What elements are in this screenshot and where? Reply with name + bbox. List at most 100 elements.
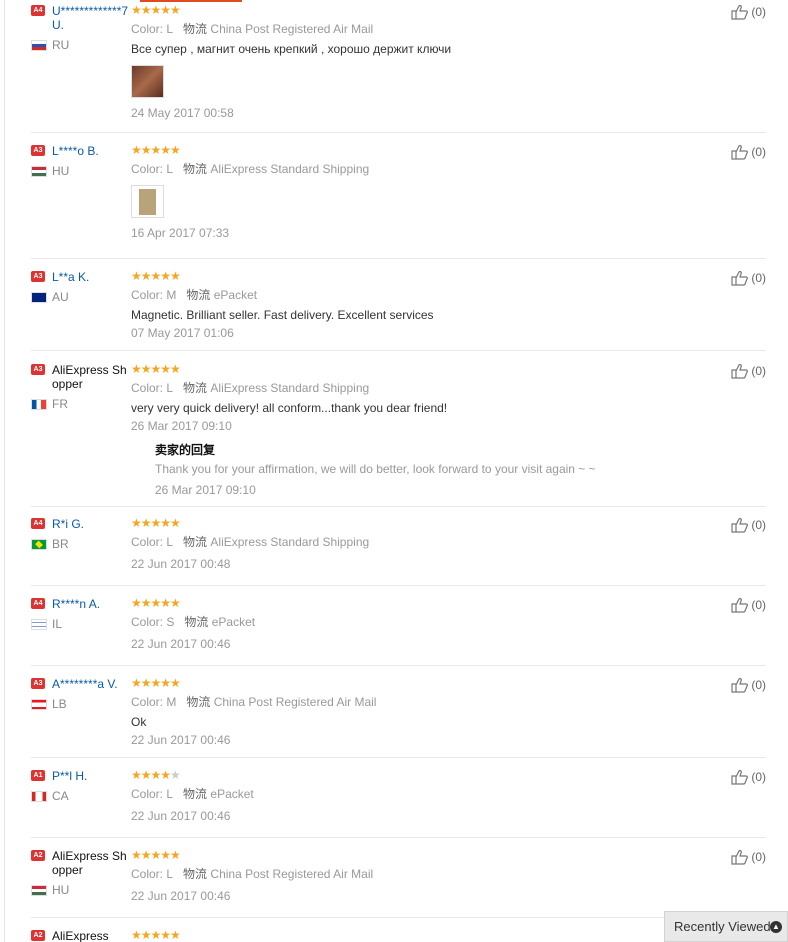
order-info: Color: L 物流 China Post Registered Air Mai… [131, 22, 374, 36]
helpful-button[interactable]: (0) [731, 270, 766, 286]
reviewer-country: HU [31, 164, 133, 178]
review-item: A4 R*i G. BR ★★★★★ Color: L 物流 AliExpress … [31, 517, 766, 586]
reviewer-country: IL [31, 617, 133, 631]
order-info: Color: L 物流 ePacket [131, 787, 254, 801]
thumbs-up-icon [731, 598, 749, 613]
thumbs-up-icon [731, 850, 749, 865]
review-body: ★★★★★ Color: S 物流 ePacket 22 Jun 2017 00:… [131, 597, 721, 651]
review-item: A1 P**l H. CA ★★★★★ Color: L 物流 ePacket 22… [31, 769, 766, 838]
thumbs-up-icon [731, 5, 749, 20]
helpful-button[interactable]: (0) [731, 363, 766, 379]
helpful-button[interactable]: (0) [731, 517, 766, 533]
review-body: ★★★★★ Color: M 物流 ePacket Magnetic. Brill… [131, 270, 721, 340]
left-border [4, 0, 5, 942]
review-item: A4 U*************7U. RU ★★★★★ Color: L 物流 … [31, 4, 766, 133]
review-body: ★★★★★ Color: L 物流 ePacket 22 Jun 2017 00:… [131, 769, 721, 823]
buyer-level-badge: A4 [31, 518, 45, 529]
review-body: ★★★★★ Color: L 物流 AliExpress Standard Shi… [131, 363, 721, 497]
buyer-level-badge: A3 [31, 145, 45, 156]
review-body: ★★★★★ [131, 929, 721, 941]
review-date: 22 Jun 2017 00:46 [131, 637, 231, 651]
reviewer-name-link[interactable]: A1 P**l H. [31, 769, 133, 783]
helpful-button[interactable]: (0) [731, 144, 766, 160]
reviewer-country: BR [31, 537, 133, 551]
helpful-button[interactable]: (0) [731, 4, 766, 20]
review-item: A2 AliExpress Shopper HU ★★★★★ Color: L 物流… [31, 849, 766, 918]
reviewer-info: A3 L**a K. AU [31, 270, 133, 304]
rating-stars: ★★★★★ [131, 676, 181, 690]
active-tab-indicator [140, 0, 242, 2]
review-text: Все супер , магнит очень крепкий , хорош… [131, 42, 452, 56]
helpful-button[interactable]: (0) [731, 769, 766, 785]
rating-stars: ★★★★★ [131, 516, 181, 530]
review-body: ★★★★★ Color: L 物流 China Post Registered A… [131, 849, 721, 903]
reviewer-info: A4 U*************7U. RU [31, 4, 133, 52]
review-date: 22 Jun 2017 00:48 [131, 557, 231, 571]
reviewer-name-link[interactable]: A4 R****n A. [31, 597, 133, 611]
review-body: ★★★★★ Color: L 物流 AliExpress Standard Shi… [131, 517, 721, 571]
review-date: 24 May 2017 00:58 [131, 106, 234, 120]
reviewer-info: A3 AliExpress Shopper FR [31, 363, 133, 411]
order-info: Color: L 物流 AliExpress Standard Shipping [131, 381, 370, 395]
rating-stars: ★★★★★ [131, 3, 181, 17]
rating-stars: ★★★★★ [131, 929, 181, 942]
review-date: 16 Apr 2017 07:33 [131, 226, 230, 240]
reviewer-country: HU [31, 883, 133, 897]
reviewer-info: A1 P**l H. CA [31, 769, 133, 803]
reviewer-info: A4 R*i G. BR [31, 517, 133, 551]
thumbs-up-icon [731, 518, 749, 533]
helpful-button[interactable]: (0) [731, 597, 766, 613]
helpful-button[interactable]: (0) [731, 849, 766, 865]
buyer-level-badge: A4 [31, 5, 45, 16]
order-info: Color: M 物流 China Post Registered Air Mai… [131, 695, 377, 709]
reviewer-country: AU [31, 290, 133, 304]
review-item: A3 L****o B. HU ★★★★★ Color: L 物流 AliExpre… [31, 144, 766, 259]
reviewer-name-link[interactable]: A3 L****o B. [31, 144, 133, 158]
reviewer-country: LB [31, 697, 133, 711]
review-item: A3 L**a K. AU ★★★★★ Color: M 物流 ePacket Ma… [31, 270, 766, 351]
review-item: A2 AliExpress ★★★★★ [31, 929, 766, 942]
reviewer-name: A3 AliExpress Shopper [31, 363, 133, 391]
rating-stars: ★★★★★ [131, 269, 181, 283]
reviewer-name-link[interactable]: A4 U*************7U. [31, 4, 133, 32]
seller-reply-title: 卖家的回复 [155, 443, 216, 457]
thumbs-up-icon [731, 678, 749, 693]
seller-reply: 卖家的回复 Thank you for your affirmation, we… [155, 443, 721, 497]
review-date: 26 Mar 2017 09:10 [131, 419, 232, 433]
thumbs-up-icon [731, 145, 749, 160]
reviewer-name-link[interactable]: A3 A********a V. [31, 677, 133, 691]
review-item: A4 R****n A. IL ★★★★★ Color: S 物流 ePacket … [31, 597, 766, 666]
flag-hungary-icon [31, 165, 47, 177]
review-body: ★★★★★ Color: M 物流 China Post Registered A… [131, 677, 721, 747]
rating-stars: ★★★★★ [131, 362, 181, 376]
reviewer-info: A3 L****o B. HU [31, 144, 133, 178]
review-text: Ok [131, 715, 147, 729]
order-info: Color: L 物流 AliExpress Standard Shipping [131, 162, 370, 176]
reviewer-country: FR [31, 397, 133, 411]
buyer-level-badge: A3 [31, 364, 45, 375]
reviewer-name: A2 AliExpress Shopper [31, 849, 133, 877]
review-photo-thumbnail[interactable] [131, 185, 164, 218]
flag-lebanon-icon [31, 698, 47, 710]
buyer-level-badge: A4 [31, 598, 45, 609]
rating-stars: ★★★★★ [131, 143, 181, 157]
review-item: A3 A********a V. LB ★★★★★ Color: M 物流 Chin… [31, 677, 766, 758]
review-item: A3 AliExpress Shopper FR ★★★★★ Color: L 物流… [31, 363, 766, 507]
seller-reply-date: 26 Mar 2017 09:10 [155, 483, 256, 497]
review-date: 22 Jun 2017 00:46 [131, 889, 231, 903]
review-photo-thumbnail[interactable] [131, 65, 164, 98]
reviewer-info: A2 AliExpress [31, 929, 133, 942]
review-text: very very quick delivery! all conform...… [131, 401, 448, 415]
helpful-button[interactable]: (0) [731, 677, 766, 693]
reviewer-country: RU [31, 38, 133, 52]
recently-viewed-button[interactable]: Recently Viewed ▲ [664, 911, 788, 942]
buyer-level-badge: A2 [31, 930, 45, 941]
buyer-level-badge: A3 [31, 271, 45, 282]
order-info: Color: S 物流 ePacket [131, 615, 256, 629]
reviewer-name-link[interactable]: A3 L**a K. [31, 270, 133, 284]
reviewer-info: A2 AliExpress Shopper HU [31, 849, 133, 897]
order-info: Color: L 物流 AliExpress Standard Shipping [131, 535, 370, 549]
thumbs-up-icon [731, 770, 749, 785]
review-body: ★★★★★ Color: L 物流 China Post Registered A… [131, 4, 721, 120]
reviewer-name-link[interactable]: A4 R*i G. [31, 517, 133, 531]
